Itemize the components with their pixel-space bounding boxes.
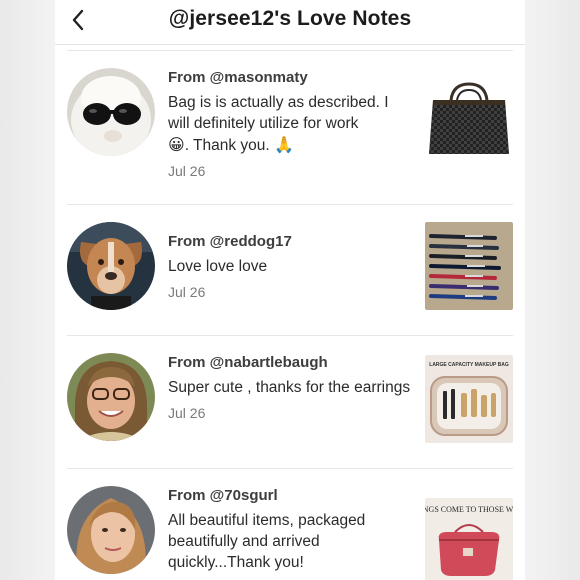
divider	[67, 335, 513, 336]
love-notes-screen: @jersee12's Love Notes From @masonmaty B…	[55, 0, 525, 580]
note-message: Super cute , thanks for the earrings	[168, 379, 411, 396]
avatar[interactable]	[67, 353, 155, 441]
divider	[67, 50, 513, 51]
avatar[interactable]	[67, 222, 155, 310]
listing-thumbnail[interactable]	[425, 78, 513, 166]
thumbnail-caption: GOOD THINGS COME TO THOSE WHO HUSTLE	[425, 505, 513, 514]
divider	[67, 468, 513, 469]
listing-thumbnail[interactable]: GOOD THINGS COME TO THOSE WHO HUSTLE	[425, 498, 513, 580]
listing-thumbnail[interactable]	[425, 222, 513, 310]
note-message: Bag is is actually as described. I will …	[168, 92, 413, 156]
header-bar: @jersee12's Love Notes	[55, 0, 525, 45]
note-content: From @nabartlebaugh Super cute , thanks …	[168, 353, 413, 422]
note-date: Jul 26	[168, 163, 206, 179]
folded-hands-emoji: 🙏	[274, 135, 294, 154]
thumbnail-caption: LARGE CAPACITY MAKEUP BAG	[429, 362, 509, 368]
note-date: Jul 26	[168, 284, 206, 300]
note-sender[interactable]: From @70sgurl	[168, 486, 413, 506]
grinning-face-emoji: 😀	[168, 135, 185, 154]
note-content: From @70sgurl All beautiful items, packa…	[168, 486, 413, 573]
note-message: Love love love	[168, 258, 268, 275]
divider	[67, 204, 513, 205]
note-sender[interactable]: From @masonmaty	[168, 68, 413, 88]
page-title: @jersee12's Love Notes	[168, 7, 412, 30]
note-content: From @reddog17 Love love love Jul 26	[168, 232, 413, 301]
note-content: From @masonmaty Bag is is actually as de…	[168, 68, 413, 180]
note-message: All beautiful items, packaged beautifull…	[168, 512, 366, 571]
note-sender[interactable]: From @nabartlebaugh	[168, 353, 413, 373]
avatar[interactable]	[67, 68, 155, 156]
note-message-text: Bag is is actually as described. I will …	[168, 94, 389, 132]
note-sender[interactable]: From @reddog17	[168, 232, 413, 252]
note-message-text: . Thank you.	[184, 137, 275, 154]
avatar[interactable]	[67, 486, 155, 574]
listing-thumbnail[interactable]: LARGE CAPACITY MAKEUP BAG	[425, 355, 513, 443]
note-date: Jul 26	[168, 405, 206, 421]
